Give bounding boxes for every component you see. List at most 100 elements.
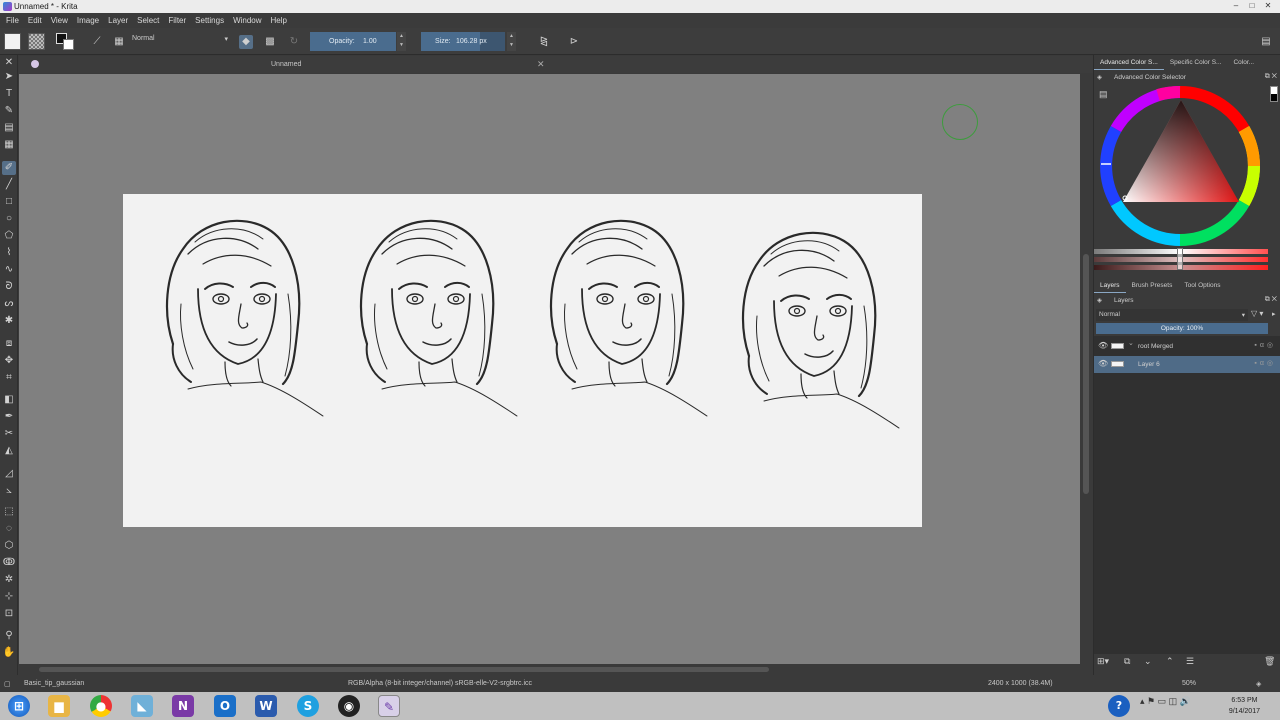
bezier-select-icon[interactable]: ⊡	[2, 607, 16, 621]
freehand-brush-icon[interactable]: ✐	[2, 161, 16, 175]
tab-brush-presets[interactable]: Brush Presets	[1126, 279, 1179, 293]
add-layer-icon[interactable]: ⊞▾	[1097, 656, 1109, 667]
layer-opacity-slider[interactable]: Opacity: 100%	[1096, 323, 1268, 334]
menu-select[interactable]: Select	[137, 16, 159, 25]
vertical-scrollbar[interactable]	[1080, 74, 1093, 664]
obs-icon[interactable]: ◉	[338, 695, 360, 717]
rectangle-tool-icon[interactable]: □	[2, 195, 16, 209]
menu-file[interactable]: File	[6, 16, 19, 25]
mirror-vertical-icon[interactable]: ⊳	[567, 35, 581, 49]
document-tab-title[interactable]: Unnamed	[271, 61, 301, 68]
brush-preset-icon[interactable]: ⟋	[90, 35, 104, 49]
dynamic-brush-icon[interactable]: ᔕ	[2, 297, 16, 311]
similar-select-icon[interactable]: ⊹	[2, 590, 16, 604]
blend-mode-dropdown[interactable]: Normal ▾	[132, 35, 230, 48]
rect-select-icon[interactable]: ⬚	[2, 505, 16, 519]
freehand-path-icon[interactable]: ᘐ	[2, 280, 16, 294]
workspace-icon[interactable]: ▤	[1259, 35, 1273, 49]
duplicate-layer-icon[interactable]: ⧉	[1124, 656, 1130, 667]
help-icon[interactable]: ?	[1108, 695, 1130, 717]
transform-tool-icon[interactable]: ⧈	[2, 337, 16, 351]
layer-row[interactable]: 👁 Layer 6 ▪α◎	[1094, 356, 1280, 373]
pattern-icon[interactable]	[28, 33, 45, 50]
tab-layers[interactable]: Layers	[1094, 279, 1126, 293]
menu-image[interactable]: Image	[77, 16, 99, 25]
expand-icon[interactable]: ⌄	[1128, 339, 1134, 347]
close-button[interactable]: ✕	[1260, 0, 1276, 12]
gradient-tool-icon[interactable]: ▤	[2, 121, 16, 135]
shade-slider-handle[interactable]	[1177, 248, 1183, 270]
menu-view[interactable]: View	[51, 16, 68, 25]
colorize-mask-icon[interactable]: ✂	[2, 427, 16, 441]
reload-preset-icon[interactable]: ↻	[287, 35, 301, 49]
word-icon[interactable]: W	[255, 695, 277, 717]
measure-tool-icon[interactable]: ⦣	[2, 484, 16, 498]
menu-help[interactable]: Help	[271, 16, 287, 25]
taskbar-clock[interactable]: 6:53 PM 9/14/2017	[1229, 695, 1260, 717]
fg-bg-swatch[interactable]	[1270, 86, 1278, 102]
drawing-canvas[interactable]	[123, 194, 922, 527]
menu-layer[interactable]: Layer	[108, 16, 128, 25]
menu-filter[interactable]: Filter	[168, 16, 186, 25]
crop-tool-icon[interactable]: ⌗	[2, 371, 16, 385]
ellipse-select-icon[interactable]: ◌	[2, 522, 16, 536]
layer-row[interactable]: 👁 ⌄ root Merged ▪α◎	[1094, 338, 1280, 355]
skype-icon[interactable]: S	[297, 695, 319, 717]
move-tool-icon[interactable]: ✥	[2, 354, 16, 368]
fill-tool-icon[interactable]: ◭	[2, 444, 16, 458]
polygon-select-icon[interactable]: ⬡	[2, 539, 16, 553]
toolbox-close-icon[interactable]: ✕	[2, 56, 16, 70]
tab-advanced-color[interactable]: Advanced Color S...	[1094, 56, 1164, 70]
pan-tool-icon[interactable]: ✋	[2, 646, 16, 660]
app-icon[interactable]: ◣	[131, 695, 153, 717]
color-wheel-selector[interactable]	[1098, 84, 1262, 248]
layer-properties-icon[interactable]: ☰	[1186, 656, 1194, 667]
opacity-slider[interactable]: Opacity: 1.00	[310, 32, 396, 51]
zoom-slider-icon[interactable]: ◈	[1256, 680, 1261, 688]
horizontal-scrollbar[interactable]	[19, 664, 1093, 675]
file-explorer-icon[interactable]: ▆	[48, 695, 70, 717]
docker-controls-icon[interactable]: ⧉ ✕	[1265, 296, 1277, 304]
maximize-button[interactable]: □	[1244, 0, 1260, 12]
fg-bg-color-icon[interactable]	[56, 33, 76, 50]
gradient-fill-icon[interactable]: ◧	[2, 393, 16, 407]
color-picker-icon[interactable]: ✒	[2, 410, 16, 424]
eraser-mode-icon[interactable]: ◆	[239, 35, 253, 49]
contiguous-select-icon[interactable]: ✲	[2, 573, 16, 587]
system-tray-icons[interactable]: ▴ ⚑ ▭ ◫ 🔊	[1140, 696, 1191, 707]
canvas-area[interactable]	[19, 74, 1080, 664]
pattern-tool-icon[interactable]: ▦	[2, 138, 16, 152]
outlook-icon[interactable]: O	[214, 695, 236, 717]
new-document-icon[interactable]	[4, 33, 21, 50]
mirror-horizontal-icon[interactable]: ⧎	[537, 35, 551, 49]
visibility-eye-icon[interactable]: 👁	[1098, 341, 1108, 350]
minimize-button[interactable]: –	[1228, 0, 1244, 12]
tab-specific-color[interactable]: Specific Color S...	[1164, 56, 1228, 70]
ellipse-tool-icon[interactable]: ○	[2, 212, 16, 226]
visibility-eye-icon[interactable]: 👁	[1098, 359, 1108, 368]
layer-flags-icon[interactable]: ▪α◎	[1254, 359, 1276, 367]
menu-settings[interactable]: Settings	[195, 16, 224, 25]
docker-float-icon[interactable]: ◈	[1097, 296, 1102, 304]
docker-controls-icon[interactable]: ⧉ ✕	[1265, 73, 1277, 81]
docker-float-icon[interactable]: ◈	[1097, 73, 1102, 81]
move-layer-down-icon[interactable]: ⌄	[1144, 656, 1152, 667]
multibrush-icon[interactable]: ✱	[2, 314, 16, 328]
preserve-alpha-icon[interactable]: ▩	[263, 35, 277, 49]
opacity-stepper[interactable]: ▲ ▼	[397, 32, 406, 51]
size-stepper[interactable]: ▲ ▼	[507, 32, 516, 51]
delete-layer-icon[interactable]: 🗑	[1264, 656, 1275, 667]
edit-shapes-icon[interactable]: ✎	[2, 104, 16, 118]
size-slider[interactable]: Size: 106.28 px	[421, 32, 505, 51]
layer-blend-dropdown[interactable]: Normal ▾	[1096, 309, 1248, 321]
move-layer-up-icon[interactable]: ⌃	[1166, 656, 1174, 667]
menu-edit[interactable]: Edit	[28, 16, 42, 25]
freehand-select-icon[interactable]: ↂ	[2, 556, 16, 570]
select-shapes-icon[interactable]: ➤	[2, 70, 16, 84]
onenote-icon[interactable]: N	[172, 695, 194, 717]
tab-tool-options[interactable]: Tool Options	[1178, 279, 1226, 293]
tab-color[interactable]: Color...	[1227, 56, 1260, 70]
zoom-tool-icon[interactable]: ⚲	[2, 629, 16, 643]
layer-flags-icon[interactable]: ▪α◎	[1254, 341, 1276, 349]
polyline-tool-icon[interactable]: ⌇	[2, 246, 16, 260]
